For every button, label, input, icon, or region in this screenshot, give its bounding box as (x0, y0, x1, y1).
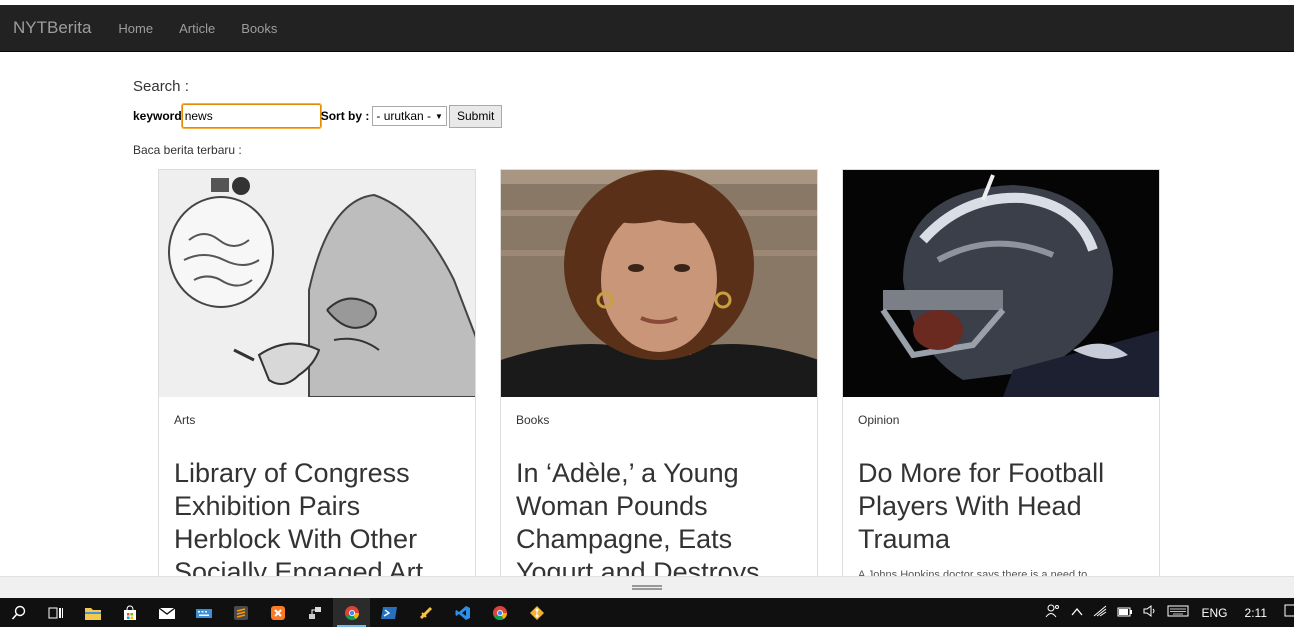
chrome-alt-icon[interactable] (481, 598, 518, 627)
submit-button[interactable]: Submit (448, 104, 503, 128)
article-card[interactable]: Books In ‘Adèle,’ a Young Woman Pounds C… (500, 169, 818, 589)
article-card[interactable]: Opinion Do More for Football Players Wit… (842, 169, 1160, 589)
article-category: Books (516, 413, 550, 427)
clock[interactable]: 2:11 (1245, 606, 1267, 620)
article-image[interactable] (501, 170, 817, 397)
battery-icon[interactable] (1117, 606, 1133, 620)
article-image[interactable] (159, 170, 475, 397)
powershell-icon[interactable] (370, 598, 407, 627)
task-view-icon[interactable] (37, 598, 74, 627)
system-tray: ENG 2:11 (1040, 598, 1294, 627)
article-category: Arts (174, 413, 196, 427)
sort-select[interactable]: - urutkan - ▼ (372, 106, 447, 126)
sort-selected-value: - urutkan - (376, 109, 432, 123)
keyword-input[interactable] (180, 103, 322, 129)
search-icon[interactable] (0, 598, 37, 627)
search-form: keyword Sort by : - urutkan - ▼ Submit (133, 103, 503, 129)
nav-books[interactable]: Books (241, 21, 277, 36)
taskbar: ENG 2:11 (0, 598, 1294, 627)
navbar: NYTBerita Home Article Books (0, 5, 1294, 52)
git-icon[interactable] (518, 598, 555, 627)
wifi-icon[interactable] (1093, 605, 1107, 620)
volume-icon[interactable] (1143, 605, 1157, 620)
article-category: Opinion (858, 413, 900, 427)
article-title[interactable]: Library of Congress Exhibition Pairs Her… (174, 457, 464, 588)
language-indicator[interactable]: ENG (1202, 606, 1228, 620)
nav-article[interactable]: Article (179, 21, 215, 36)
sublime-text-icon[interactable] (222, 598, 259, 627)
brand-link[interactable]: NYTBerita (13, 18, 91, 38)
keyboard-app-icon[interactable] (185, 598, 222, 627)
intro-text: Baca berita terbaru : (133, 143, 242, 157)
network-app-icon[interactable] (296, 598, 333, 627)
search-title: Search : (133, 78, 189, 95)
vscode-icon[interactable] (444, 598, 481, 627)
touch-keyboard-icon[interactable] (1167, 605, 1189, 620)
panel-splitter[interactable] (0, 576, 1294, 598)
chevron-down-icon: ▼ (435, 111, 443, 121)
chrome-icon[interactable] (333, 598, 370, 627)
article-card[interactable]: Arts Library of Congress Exhibition Pair… (158, 169, 476, 589)
nav-home[interactable]: Home (118, 21, 153, 36)
store-icon[interactable] (111, 598, 148, 627)
brackets-icon[interactable] (407, 598, 444, 627)
sort-label: Sort by : (320, 109, 370, 123)
drag-handle-icon[interactable] (632, 585, 662, 590)
people-icon[interactable] (1045, 604, 1061, 621)
article-image[interactable] (843, 170, 1159, 397)
file-explorer-icon[interactable] (74, 598, 111, 627)
xampp-icon[interactable] (259, 598, 296, 627)
keyword-label: keyword (133, 109, 182, 123)
notification-icon[interactable] (1284, 604, 1294, 621)
article-title[interactable]: Do More for Football Players With Head T… (858, 457, 1148, 556)
mail-icon[interactable] (148, 598, 185, 627)
chevron-up-icon[interactable] (1071, 606, 1083, 620)
article-title[interactable]: In ‘Adèle,’ a Young Woman Pounds Champag… (516, 457, 806, 588)
